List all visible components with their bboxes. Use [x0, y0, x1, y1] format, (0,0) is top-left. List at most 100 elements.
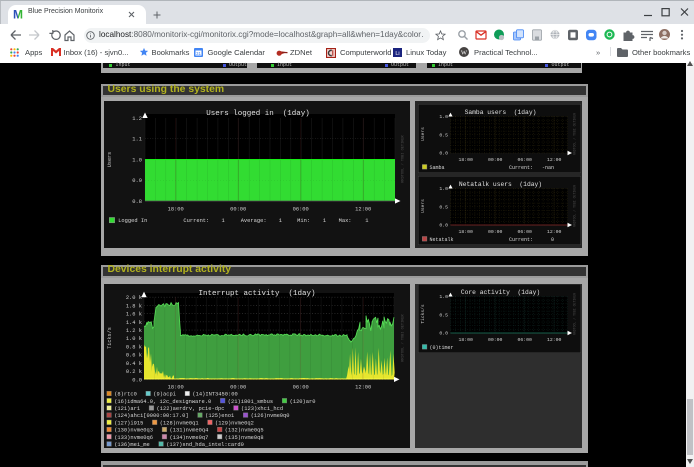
svg-text:1.8 k: 1.8 k	[126, 303, 142, 309]
svg-text:1.2 k: 1.2 k	[126, 328, 142, 334]
svg-text:00:00: 00:00	[487, 157, 502, 163]
svg-text:0.5: 0.5	[439, 312, 448, 318]
svg-text:12:00: 12:00	[546, 337, 561, 343]
svg-text:Users: Users	[420, 126, 426, 140]
svg-text:Users: Users	[420, 198, 426, 212]
svg-text:(21)i801_smbus: (21)i801_smbus	[228, 399, 273, 405]
svg-text:(134)nvme0q7: (134)nvme0q7	[170, 435, 209, 441]
svg-text:(124)ahci[0000:00:17.0]: (124)ahci[0000:00:17.0]	[114, 413, 188, 419]
svg-text:Logged In: Logged In	[118, 218, 147, 224]
svg-text:(9)acpi: (9)acpi	[153, 392, 176, 398]
svg-text:W: W	[461, 50, 468, 57]
svg-text:(0)timer: (0)timer	[429, 345, 453, 351]
svg-text:(16)idma64.0, i2c_designware.0: (16)idma64.0, i2c_designware.0	[114, 399, 211, 405]
svg-text:(125)eno1: (125)eno1	[205, 413, 234, 419]
svg-text:RRDTOOL / TOBI OETIKER: RRDTOOL / TOBI OETIKER	[572, 184, 576, 226]
svg-text:0.0: 0.0	[439, 150, 448, 156]
svg-text:0.0: 0.0	[439, 331, 448, 337]
svg-text:06:00: 06:00	[517, 229, 532, 235]
svg-text:M: M	[13, 8, 23, 19]
svg-text:0.0: 0.0	[439, 222, 448, 228]
svg-text:Current:: Current:	[183, 218, 209, 224]
svg-text:1: 1	[279, 218, 282, 224]
svg-text:Users logged in (1day): Users logged in (1day)	[206, 110, 310, 118]
svg-text:1.2: 1.2	[132, 116, 142, 122]
svg-text:1.0 k: 1.0 k	[126, 336, 142, 342]
svg-text:0.6 k: 0.6 k	[126, 353, 142, 359]
svg-text:1: 1	[323, 218, 326, 224]
svg-text:1.0: 1.0	[439, 294, 448, 300]
svg-text:18:00: 18:00	[458, 337, 473, 343]
svg-text:(132)nvme0q5: (132)nvme0q5	[225, 428, 264, 434]
svg-text:RRDTOOL / TOBI OETIKER: RRDTOOL / TOBI OETIKER	[572, 293, 576, 335]
svg-text:12:00: 12:00	[546, 157, 561, 163]
svg-text:12:00: 12:00	[355, 207, 371, 213]
svg-text:0.8: 0.8	[132, 199, 142, 205]
svg-text:18:00: 18:00	[458, 229, 473, 235]
svg-text:12:00: 12:00	[546, 229, 561, 235]
svg-text:31: 31	[196, 50, 202, 55]
svg-text:0.9: 0.9	[132, 178, 142, 184]
svg-text:06:00: 06:00	[293, 207, 309, 213]
svg-text:18:00: 18:00	[168, 385, 184, 391]
svg-text:1.6 k: 1.6 k	[126, 312, 142, 318]
svg-text:Ticks/s: Ticks/s	[420, 304, 426, 324]
svg-text:12:00: 12:00	[355, 385, 371, 391]
svg-text:Current: -nan: Current: -nan	[508, 164, 553, 170]
svg-text:00:00: 00:00	[230, 385, 246, 391]
svg-text:Samba: Samba	[429, 164, 444, 170]
svg-text:(131)nvme0q4: (131)nvme0q4	[170, 428, 209, 434]
svg-text:1.0: 1.0	[439, 114, 448, 120]
svg-text:06:00: 06:00	[293, 385, 309, 391]
svg-text:(8)rtc0: (8)rtc0	[114, 392, 137, 398]
svg-text:1: 1	[365, 218, 368, 224]
svg-text:0.0: 0.0	[132, 377, 142, 383]
svg-text:(128)nvme0q1: (128)nvme0q1	[160, 420, 199, 426]
svg-text:0.5: 0.5	[439, 132, 448, 138]
svg-text:00:00: 00:00	[487, 337, 502, 343]
svg-text:2.0 k: 2.0 k	[126, 295, 142, 301]
svg-text:1.0: 1.0	[439, 186, 448, 192]
svg-text:(133)nvme0q6: (133)nvme0q6	[114, 435, 153, 441]
svg-text:18:00: 18:00	[458, 157, 473, 163]
svg-text:Users: Users	[107, 152, 113, 168]
svg-text:Min:: Min:	[297, 218, 310, 224]
svg-text:06:00: 06:00	[517, 337, 532, 343]
svg-text:1.0: 1.0	[132, 157, 142, 163]
svg-text:0.5: 0.5	[439, 204, 448, 210]
svg-text:Current: 0: Current: 0	[508, 236, 553, 242]
svg-text:Netatalk users (1day): Netatalk users (1day)	[458, 181, 541, 188]
svg-text:(121)ar1: (121)ar1	[114, 406, 140, 412]
svg-text:Ticks/s: Ticks/s	[107, 327, 113, 349]
svg-text:(136)mei_me: (136)mei_me	[114, 442, 150, 448]
svg-text:1.1: 1.1	[132, 137, 142, 143]
svg-text:18:00: 18:00	[168, 207, 184, 213]
svg-text:(126)nvme0q0: (126)nvme0q0	[251, 413, 290, 419]
svg-text:(14)INT3450:00: (14)INT3450:00	[192, 392, 237, 398]
svg-text:Core activity (1day): Core activity (1day)	[460, 289, 539, 296]
svg-text:Interrupt activity (1day): Interrupt activity (1day)	[198, 290, 315, 298]
svg-text:0.8 k: 0.8 k	[126, 344, 142, 350]
svg-text:RRDTOOL / TOBI OETIKER: RRDTOOL / TOBI OETIKER	[572, 112, 576, 154]
svg-text:(135)nvme0q8: (135)nvme0q8	[225, 435, 264, 441]
svg-text:Average:: Average:	[241, 218, 267, 224]
svg-text:(127)i915: (127)i915	[114, 420, 143, 426]
svg-text:0.2 k: 0.2 k	[126, 369, 142, 375]
svg-text:06:00: 06:00	[517, 157, 532, 163]
svg-text:1: 1	[222, 218, 225, 224]
svg-text:Li: Li	[395, 51, 399, 57]
svg-text:00:00: 00:00	[230, 207, 246, 213]
svg-text:(137)snd_hda_intel:card0: (137)snd_hda_intel:card0	[166, 442, 244, 448]
svg-text:RRDTOOL / TOBI OETIKER: RRDTOOL / TOBI OETIKER	[401, 134, 406, 182]
svg-text:Netatalk: Netatalk	[429, 236, 453, 242]
svg-text:0.4 k: 0.4 k	[126, 361, 142, 367]
svg-text:(120)ar0: (120)ar0	[290, 399, 316, 405]
svg-text:00:00: 00:00	[487, 229, 502, 235]
svg-text:Max:: Max:	[339, 218, 352, 224]
svg-text:(129)nvme0q2: (129)nvme0q2	[215, 420, 254, 426]
svg-text:(123)xhci_hcd: (123)xhci_hcd	[241, 406, 283, 412]
svg-text:1.4 k: 1.4 k	[126, 320, 142, 326]
svg-text:(122)aerdrv, pcie-dpc: (122)aerdrv, pcie-dpc	[157, 406, 225, 412]
svg-text:RRDTOOL / TOBI OETIKER: RRDTOOL / TOBI OETIKER	[401, 313, 406, 361]
svg-text:(130)nvme0q3: (130)nvme0q3	[114, 428, 153, 434]
